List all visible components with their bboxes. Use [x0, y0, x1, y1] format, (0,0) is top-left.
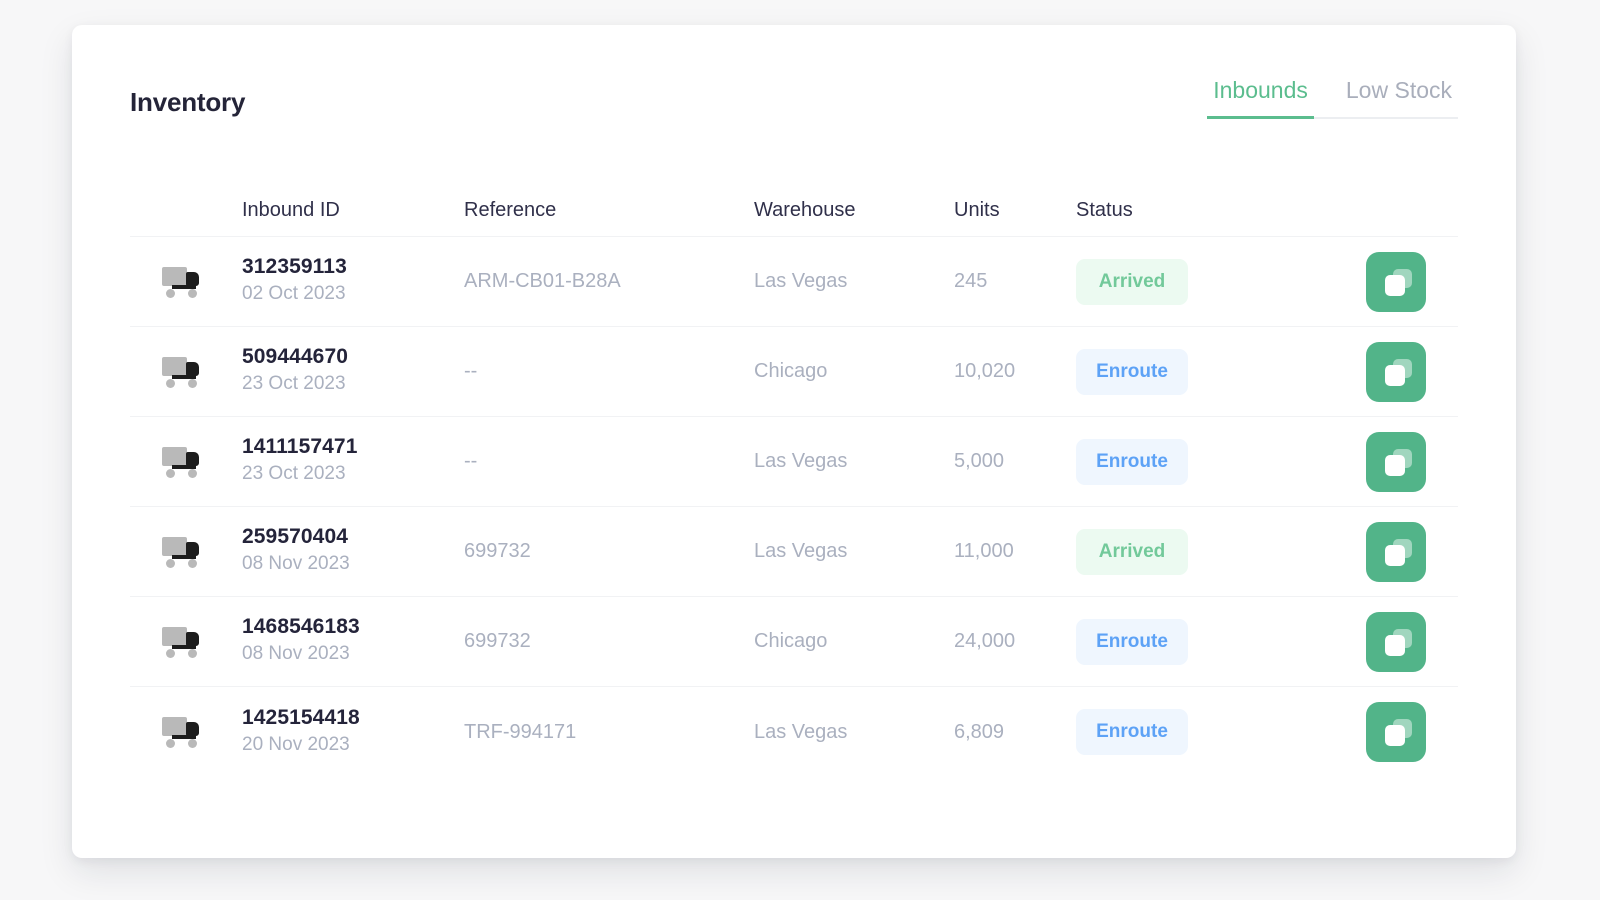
units-value: 24,000 [954, 630, 1076, 653]
warehouse-value: Las Vegas [754, 721, 954, 744]
inbound-id-cell: 1425154418 20 Nov 2023 [242, 706, 464, 758]
column-header-status: Status [1076, 199, 1344, 222]
action-cell [1344, 252, 1458, 312]
inbound-date-value: 23 Oct 2023 [242, 460, 464, 488]
units-value: 11,000 [954, 540, 1076, 563]
status-badge: Enroute [1076, 349, 1188, 395]
page-title: Inventory [130, 87, 245, 118]
status-badge: Arrived [1076, 529, 1188, 575]
table-header-row: Inbound ID Reference Warehouse Units Sta… [130, 185, 1458, 237]
reference-value: ARM-CB01-B28A [464, 270, 754, 293]
truck-icon [162, 355, 206, 389]
reference-value: 699732 [464, 540, 754, 563]
row-icon-cell [130, 355, 242, 389]
warehouse-value: Las Vegas [754, 540, 954, 563]
row-icon-cell [130, 715, 242, 749]
truck-icon [162, 265, 206, 299]
inbound-date-value: 02 Oct 2023 [242, 280, 464, 308]
inbound-id-cell: 1411157471 23 Oct 2023 [242, 435, 464, 487]
inbound-date-value: 08 Nov 2023 [242, 640, 464, 668]
warehouse-value: Las Vegas [754, 450, 954, 473]
status-cell: Enroute [1076, 619, 1344, 665]
row-icon-cell [130, 265, 242, 299]
warehouse-value: Chicago [754, 360, 954, 383]
inbound-id-cell: 509444670 23 Oct 2023 [242, 345, 464, 397]
status-cell: Arrived [1076, 259, 1344, 305]
tab-inbounds[interactable]: Inbounds [1207, 77, 1314, 119]
status-badge: Arrived [1076, 259, 1188, 305]
table-row[interactable]: 509444670 23 Oct 2023 -- Chicago 10,020 … [130, 327, 1458, 417]
page-background: Inventory Inbounds Low Stock Inbound ID … [0, 0, 1600, 900]
action-cell [1344, 612, 1458, 672]
copy-button[interactable] [1366, 252, 1426, 312]
action-cell [1344, 342, 1458, 402]
inbound-id-value: 1468546183 [242, 615, 464, 640]
units-value: 10,020 [954, 360, 1076, 383]
copy-button[interactable] [1366, 342, 1426, 402]
action-cell [1344, 702, 1458, 762]
inbound-id-value: 509444670 [242, 345, 464, 370]
inventory-card: Inventory Inbounds Low Stock Inbound ID … [72, 25, 1516, 858]
units-value: 5,000 [954, 450, 1076, 473]
table-row[interactable]: 312359113 02 Oct 2023 ARM-CB01-B28A Las … [130, 237, 1458, 327]
copy-button[interactable] [1366, 612, 1426, 672]
row-icon-cell [130, 535, 242, 569]
inbound-date-value: 20 Nov 2023 [242, 731, 464, 759]
status-cell: Enroute [1076, 709, 1344, 755]
tab-bar: Inbounds Low Stock [1207, 77, 1458, 119]
inbounds-table: Inbound ID Reference Warehouse Units Sta… [130, 185, 1458, 777]
inbound-id-value: 1425154418 [242, 706, 464, 731]
column-header-reference: Reference [464, 199, 754, 222]
inbound-id-cell: 259570404 08 Nov 2023 [242, 525, 464, 577]
status-badge: Enroute [1076, 439, 1188, 485]
warehouse-value: Chicago [754, 630, 954, 653]
units-value: 245 [954, 270, 1076, 293]
status-badge: Enroute [1076, 619, 1188, 665]
inbound-date-value: 08 Nov 2023 [242, 550, 464, 578]
column-header-warehouse: Warehouse [754, 199, 954, 222]
table-row[interactable]: 1468546183 08 Nov 2023 699732 Chicago 24… [130, 597, 1458, 687]
status-badge: Enroute [1076, 709, 1188, 755]
inbound-date-value: 23 Oct 2023 [242, 370, 464, 398]
column-header-units: Units [954, 199, 1076, 222]
warehouse-value: Las Vegas [754, 270, 954, 293]
truck-icon [162, 715, 206, 749]
copy-button[interactable] [1366, 702, 1426, 762]
truck-icon [162, 535, 206, 569]
truck-icon [162, 445, 206, 479]
row-icon-cell [130, 625, 242, 659]
reference-value: TRF-994171 [464, 721, 754, 744]
copy-button[interactable] [1366, 432, 1426, 492]
row-icon-cell [130, 445, 242, 479]
inbound-id-value: 312359113 [242, 255, 464, 280]
units-value: 6,809 [954, 721, 1076, 744]
reference-value: -- [464, 450, 754, 473]
copy-button[interactable] [1366, 522, 1426, 582]
inbound-id-cell: 1468546183 08 Nov 2023 [242, 615, 464, 667]
inbound-id-value: 259570404 [242, 525, 464, 550]
status-cell: Arrived [1076, 529, 1344, 575]
column-header-inbound-id: Inbound ID [242, 199, 464, 222]
card-header: Inventory Inbounds Low Stock [72, 25, 1516, 133]
status-cell: Enroute [1076, 349, 1344, 395]
truck-icon [162, 625, 206, 659]
tab-low-stock[interactable]: Low Stock [1340, 77, 1458, 119]
inbound-id-cell: 312359113 02 Oct 2023 [242, 255, 464, 307]
table-row[interactable]: 1425154418 20 Nov 2023 TRF-994171 Las Ve… [130, 687, 1458, 777]
reference-value: 699732 [464, 630, 754, 653]
action-cell [1344, 432, 1458, 492]
action-cell [1344, 522, 1458, 582]
table-row[interactable]: 259570404 08 Nov 2023 699732 Las Vegas 1… [130, 507, 1458, 597]
reference-value: -- [464, 360, 754, 383]
table-row[interactable]: 1411157471 23 Oct 2023 -- Las Vegas 5,00… [130, 417, 1458, 507]
inbound-id-value: 1411157471 [242, 435, 464, 460]
status-cell: Enroute [1076, 439, 1344, 485]
